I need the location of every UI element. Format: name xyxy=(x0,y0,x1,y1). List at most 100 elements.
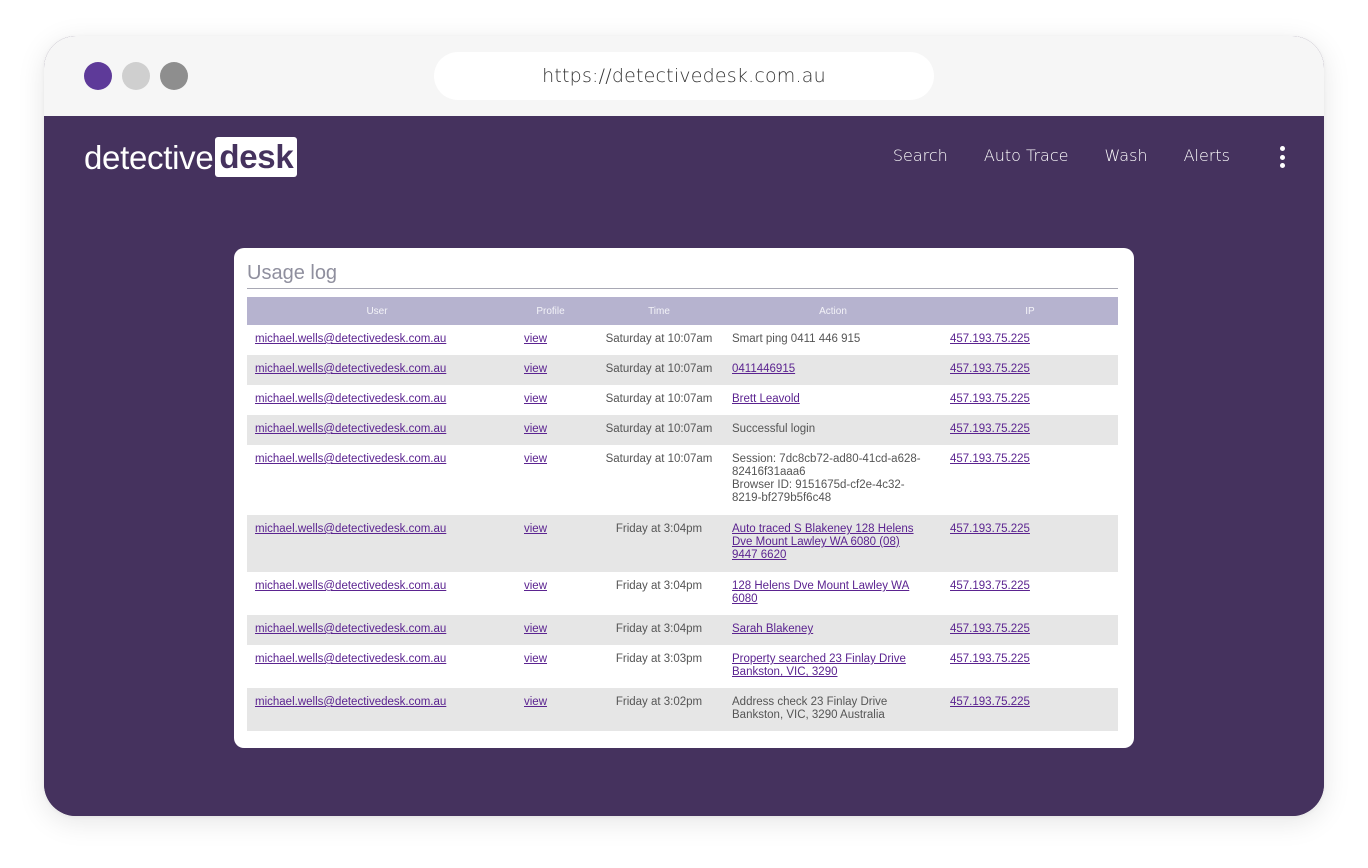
user-cell: michael.wells@detectivedesk.com.au xyxy=(247,445,507,515)
action-line: 0411446915 xyxy=(732,363,796,375)
action-link[interactable]: Property searched 23 Finlay Drive Banksto… xyxy=(732,653,906,678)
user-email-link[interactable]: michael.wells@detectivedesk.com.au xyxy=(255,623,446,635)
column-header-action: Action xyxy=(724,297,942,325)
time-cell: Saturday at 10:07am xyxy=(594,415,724,445)
ip-link[interactable]: 457.193.75.225 xyxy=(950,423,1030,435)
action-line: 8219-bf279b5f6c48 xyxy=(732,492,832,504)
action-link[interactable]: Sarah Blakeney xyxy=(732,623,813,635)
brand-logo[interactable]: detective desk xyxy=(84,137,298,177)
ip-cell: 457.193.75.225 xyxy=(942,645,1118,688)
profile-cell: view xyxy=(507,688,594,731)
profile-view-link[interactable]: view xyxy=(524,423,547,435)
address-bar[interactable]: https://detectivedesk.com.au xyxy=(434,52,934,100)
ip-link[interactable]: 457.193.75.225 xyxy=(950,653,1030,665)
ip-link[interactable]: 457.193.75.225 xyxy=(950,333,1030,345)
action-line: 82416f31aaa6 xyxy=(732,466,806,478)
profile-view-link[interactable]: view xyxy=(524,393,547,405)
action-line: Address check 23 Finlay Drive xyxy=(732,696,888,708)
ip-cell: 457.193.75.225 xyxy=(942,515,1118,572)
user-cell: michael.wells@detectivedesk.com.au xyxy=(247,688,507,731)
window-minimize-icon[interactable] xyxy=(122,62,150,90)
time-cell: Friday at 3:04pm xyxy=(594,615,724,645)
user-cell: michael.wells@detectivedesk.com.au xyxy=(247,385,507,415)
browser-chrome: https://detectivedesk.com.au xyxy=(44,36,1324,116)
action-cell: Brett Leavold xyxy=(724,385,942,415)
ip-link[interactable]: 457.193.75.225 xyxy=(950,623,1030,635)
column-header-user: User xyxy=(247,297,507,325)
action-cell: Property searched 23 Finlay Drive Banksto… xyxy=(724,645,942,688)
profile-view-link[interactable]: view xyxy=(524,580,547,592)
table-row: michael.wells@detectivedesk.com.au view Sa… xyxy=(247,355,1118,385)
profile-view-link[interactable]: view xyxy=(524,696,547,708)
nav-search[interactable]: Search xyxy=(893,146,948,165)
column-header-profile: Profile xyxy=(507,297,594,325)
user-email-link[interactable]: michael.wells@detectivedesk.com.au xyxy=(255,696,446,708)
ip-link[interactable]: 457.193.75.225 xyxy=(950,363,1030,375)
time-cell: Saturday at 10:07am xyxy=(605,333,713,345)
action-link[interactable]: 128 Helens Dve Mount Lawley WA 6080 xyxy=(732,580,909,605)
table-body: michael.wells@detectivedesk.com.au view Sa… xyxy=(247,325,1118,731)
action-line: 128 Helens Dve Mount Lawley WA xyxy=(732,580,910,592)
action-cell: Sarah Blakeney xyxy=(724,615,942,645)
user-email-link[interactable]: michael.wells@detectivedesk.com.au xyxy=(255,523,446,535)
time-cell: Saturday at 10:07am xyxy=(594,355,724,385)
table-row: michael.wells@detectivedesk.com.au view Sa… xyxy=(247,445,1118,515)
user-email-link[interactable]: michael.wells@detectivedesk.com.au xyxy=(255,363,446,375)
ip-link[interactable]: 457.193.75.225 xyxy=(950,580,1030,592)
user-email-link[interactable]: michael.wells@detectivedesk.com.au xyxy=(255,653,446,665)
user-email-link[interactable]: michael.wells@detectivedesk.com.au xyxy=(255,453,446,465)
profile-cell: view xyxy=(507,515,594,572)
profile-cell: view xyxy=(507,415,594,445)
table-row: michael.wells@detectivedesk.com.au view Fr… xyxy=(247,572,1118,615)
nav-alerts[interactable]: Alerts xyxy=(1184,146,1230,165)
action-cell: Auto traced S Blakeney 128 Helens Dve Mou… xyxy=(724,515,942,572)
action-link[interactable]: Brett Leavold xyxy=(732,393,800,405)
action-text: Successful login xyxy=(732,423,815,435)
user-cell: michael.wells@detectivedesk.com.au xyxy=(247,645,507,688)
profile-view-link[interactable]: view xyxy=(524,363,547,375)
action-cell: Smart ping 0411 446 915 xyxy=(724,325,942,355)
ip-link[interactable]: 457.193.75.225 xyxy=(950,393,1030,405)
kebab-dot xyxy=(1279,154,1285,160)
app-area: detective desk Search Auto Trace Wash Al… xyxy=(44,116,1324,816)
nav-wash[interactable]: Wash xyxy=(1105,146,1148,165)
action-line: 6080 xyxy=(732,593,758,605)
usage-log-card: Usage log User Profile Time Action IP mi… xyxy=(234,248,1134,748)
profile-cell: view xyxy=(507,325,594,355)
profile-cell: view xyxy=(507,645,594,688)
window-maximize-icon[interactable] xyxy=(160,62,188,90)
action-link[interactable]: 0411446915 xyxy=(732,363,795,375)
action-line: Bankston, VIC, 3290 Australia xyxy=(732,709,885,721)
action-text: Address check 23 Finlay Drive Bankston, V… xyxy=(732,696,887,721)
ip-link[interactable]: 457.193.75.225 xyxy=(950,523,1030,535)
user-email-link[interactable]: michael.wells@detectivedesk.com.au xyxy=(255,580,446,592)
action-line: 9447 6620 xyxy=(732,549,787,561)
table-row: michael.wells@detectivedesk.com.au view Fr… xyxy=(247,645,1118,688)
user-email-link[interactable]: michael.wells@detectivedesk.com.au xyxy=(255,423,446,435)
window-close-icon[interactable] xyxy=(84,62,112,90)
nav-auto-trace[interactable]: Auto Trace xyxy=(984,146,1069,165)
logo-text-detective: detective xyxy=(84,138,214,176)
ip-cell: 457.193.75.225 xyxy=(942,325,1118,355)
action-line: Brett Leavold xyxy=(732,393,800,405)
profile-view-link[interactable]: view xyxy=(524,333,547,345)
time-cell: Friday at 3:04pm xyxy=(594,515,724,572)
user-cell: michael.wells@detectivedesk.com.au xyxy=(247,415,507,445)
action-line: Sarah Blakeney xyxy=(732,623,814,635)
ip-cell: 457.193.75.225 xyxy=(942,688,1118,731)
action-cell: Session: 7dc8cb72-ad80-41cd-a628- 82416f3… xyxy=(724,445,942,515)
kebab-dot xyxy=(1279,163,1285,168)
profile-view-link[interactable]: view xyxy=(524,453,547,465)
profile-view-link[interactable]: view xyxy=(524,523,547,535)
action-line: Session: 7dc8cb72-ad80-41cd-a628- xyxy=(732,453,921,465)
ip-link[interactable]: 457.193.75.225 xyxy=(950,453,1030,465)
column-header-time: Time xyxy=(594,297,724,325)
more-vertical-icon[interactable] xyxy=(1276,146,1288,168)
profile-view-link[interactable]: view xyxy=(524,653,547,665)
user-email-link[interactable]: michael.wells@detectivedesk.com.au xyxy=(255,393,446,405)
ip-link[interactable]: 457.193.75.225 xyxy=(950,696,1030,708)
time-cell: Friday at 3:03pm xyxy=(615,653,703,665)
profile-view-link[interactable]: view xyxy=(524,623,547,635)
action-link[interactable]: Auto traced S Blakeney 128 Helens Dve Mou… xyxy=(732,523,914,561)
user-email-link[interactable]: michael.wells@detectivedesk.com.au xyxy=(255,333,446,345)
